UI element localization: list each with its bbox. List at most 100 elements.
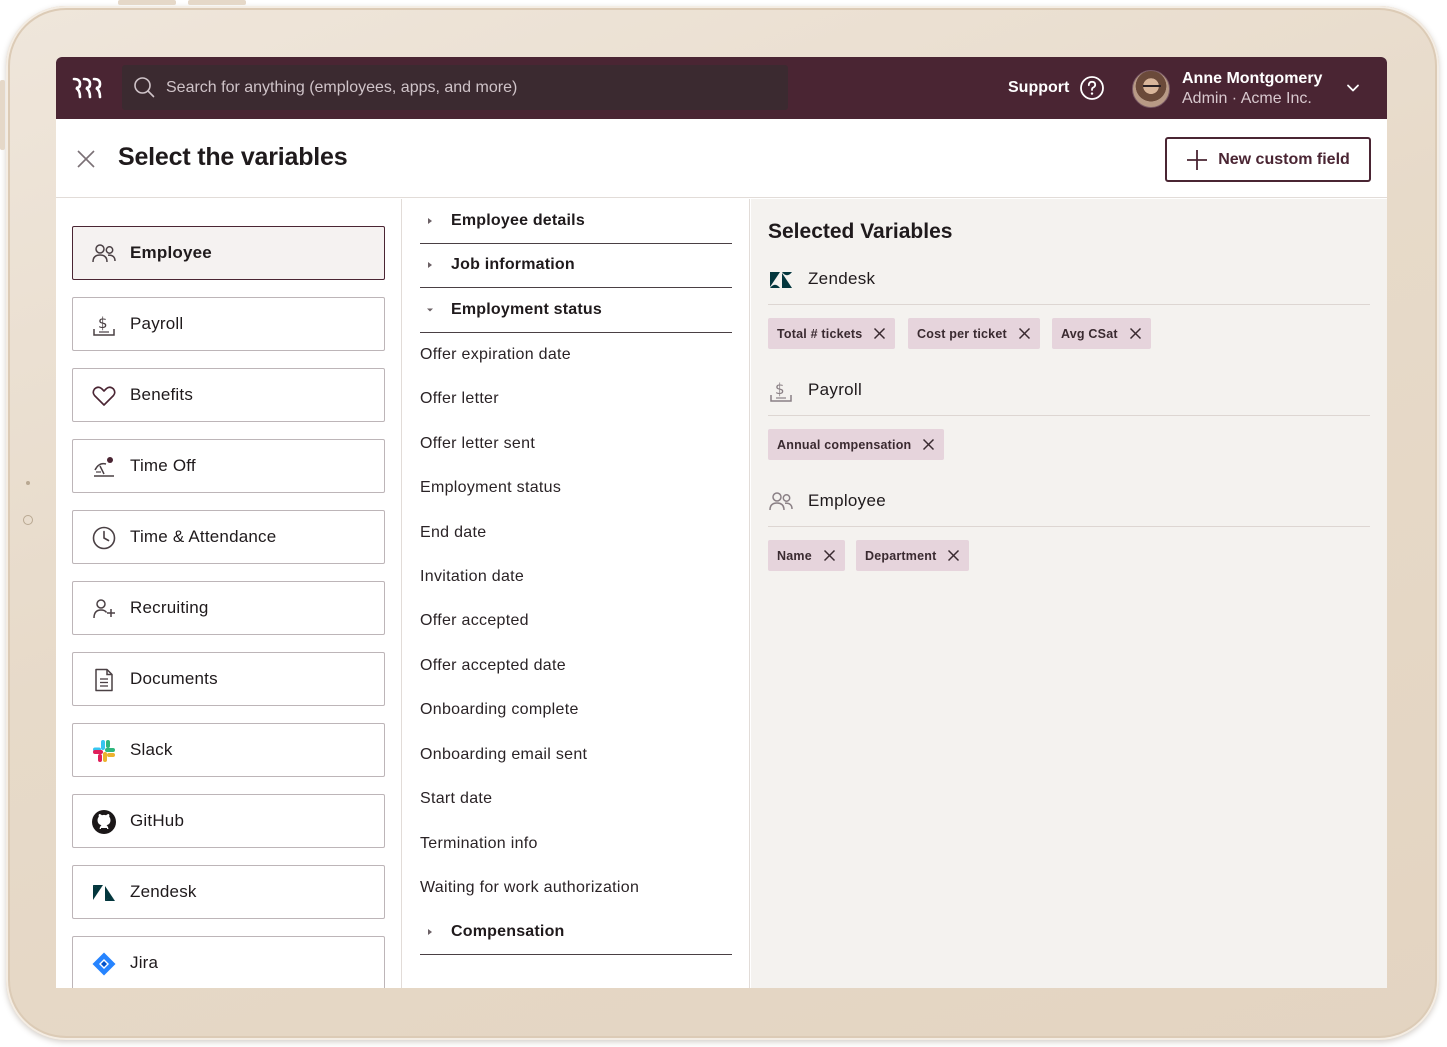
variable-list: Employee details Job information Employm… bbox=[403, 199, 750, 988]
section-job-information[interactable]: Job information bbox=[420, 243, 732, 288]
category-zendesk[interactable]: Zendesk bbox=[72, 865, 385, 919]
chip-label: Avg CSat bbox=[1061, 326, 1118, 341]
zendesk-icon bbox=[770, 272, 792, 288]
section-employee-details[interactable]: Employee details bbox=[420, 199, 732, 244]
category-recruiting[interactable]: Recruiting bbox=[72, 581, 385, 635]
category-list: Employee $ Payroll Benefits Time Off Tim… bbox=[56, 199, 402, 988]
category-label: Time & Attendance bbox=[130, 527, 277, 546]
chip-label: Department bbox=[865, 548, 937, 563]
variable-item[interactable]: Employment status bbox=[420, 479, 561, 497]
variable-item[interactable]: Offer accepted bbox=[420, 612, 529, 630]
people-icon bbox=[91, 241, 117, 267]
support-button[interactable]: Support bbox=[1008, 75, 1105, 101]
variable-chip: Total # tickets bbox=[768, 318, 896, 349]
svg-text:$: $ bbox=[775, 380, 785, 398]
payroll-icon: $ bbox=[91, 312, 117, 338]
variable-item[interactable]: Termination info bbox=[420, 835, 538, 853]
device-power-button bbox=[0, 80, 5, 150]
beach-icon bbox=[91, 454, 117, 480]
section-label: Employment status bbox=[451, 301, 602, 318]
category-time-off[interactable]: Time Off bbox=[72, 439, 385, 493]
caret-right-icon bbox=[428, 262, 432, 268]
selected-group-payroll: $ Payroll bbox=[768, 372, 1370, 416]
remove-icon[interactable] bbox=[947, 549, 960, 562]
selected-group-label: Employee bbox=[808, 491, 886, 510]
variable-item[interactable]: End date bbox=[420, 524, 486, 542]
heart-icon bbox=[91, 383, 117, 409]
chip-label: Annual compensation bbox=[777, 437, 912, 452]
new-custom-field-button[interactable]: New custom field bbox=[1165, 137, 1371, 182]
remove-icon[interactable] bbox=[823, 549, 836, 562]
section-employment-status[interactable]: Employment status bbox=[420, 288, 732, 333]
category-time-attendance[interactable]: Time & Attendance bbox=[72, 510, 385, 564]
chevron-down-icon[interactable] bbox=[1346, 81, 1360, 95]
selected-group-employee: Employee bbox=[768, 483, 1370, 527]
chip-label: Name bbox=[777, 548, 812, 563]
rippling-logo-icon[interactable] bbox=[72, 76, 102, 100]
variable-item[interactable]: Offer accepted date bbox=[420, 657, 566, 675]
category-slack[interactable]: Slack bbox=[72, 723, 385, 777]
remove-icon[interactable] bbox=[873, 327, 886, 340]
new-custom-field-label: New custom field bbox=[1218, 150, 1350, 168]
github-icon bbox=[91, 809, 117, 835]
chip-label: Cost per ticket bbox=[917, 326, 1007, 341]
remove-icon[interactable] bbox=[1018, 327, 1031, 340]
variable-chip: Avg CSat bbox=[1052, 318, 1151, 349]
device-sensor bbox=[26, 481, 30, 485]
category-employee[interactable]: Employee bbox=[72, 226, 385, 280]
variable-chip: Department bbox=[856, 540, 970, 571]
category-label: GitHub bbox=[130, 811, 185, 830]
category-label: Time Off bbox=[130, 456, 196, 475]
device-volume-button bbox=[118, 0, 176, 5]
category-label: Zendesk bbox=[130, 882, 197, 901]
section-compensation[interactable]: Compensation bbox=[420, 910, 732, 955]
variable-item[interactable]: Offer letter bbox=[420, 390, 499, 408]
category-github[interactable]: GitHub bbox=[72, 794, 385, 848]
category-label: Jira bbox=[130, 953, 159, 972]
zendesk-icon bbox=[91, 880, 117, 906]
category-label: Employee bbox=[130, 243, 212, 262]
variable-item[interactable]: Waiting for work authorization bbox=[420, 879, 639, 897]
page-header: Select the variables New custom field bbox=[56, 119, 1387, 198]
search-input[interactable] bbox=[166, 65, 766, 110]
selected-group-label: Zendesk bbox=[808, 269, 876, 288]
section-label: Compensation bbox=[451, 923, 565, 940]
variable-item[interactable]: Offer expiration date bbox=[420, 346, 571, 364]
remove-icon[interactable] bbox=[1129, 327, 1142, 340]
variable-chip: Name bbox=[768, 540, 845, 571]
help-icon bbox=[1080, 76, 1105, 100]
device-camera bbox=[23, 515, 33, 525]
variable-chip: Cost per ticket bbox=[908, 318, 1040, 349]
variable-item[interactable]: Onboarding email sent bbox=[420, 746, 587, 764]
close-icon[interactable] bbox=[76, 149, 96, 169]
avatar bbox=[1132, 70, 1170, 108]
category-benefits[interactable]: Benefits bbox=[72, 368, 385, 422]
user-menu[interactable]: Anne Montgomery Admin · Acme Inc. bbox=[1132, 69, 1359, 109]
selected-group-label: Payroll bbox=[808, 380, 863, 399]
add-person-icon bbox=[91, 596, 117, 622]
user-name: Anne Montgomery bbox=[1182, 70, 1323, 87]
category-jira[interactable]: Jira bbox=[72, 936, 385, 988]
category-payroll[interactable]: $ Payroll bbox=[72, 297, 385, 351]
category-documents[interactable]: Documents bbox=[72, 652, 385, 706]
variable-item[interactable]: Invitation date bbox=[420, 568, 524, 586]
caret-right-icon bbox=[428, 218, 432, 224]
variable-item[interactable]: Offer letter sent bbox=[420, 435, 535, 453]
slack-icon bbox=[91, 738, 117, 764]
remove-icon[interactable] bbox=[922, 438, 935, 451]
search-icon bbox=[134, 77, 155, 98]
payroll-icon: $ bbox=[770, 380, 792, 402]
category-label: Documents bbox=[130, 669, 218, 688]
caret-down-icon bbox=[427, 308, 433, 312]
variable-item[interactable]: Start date bbox=[420, 790, 492, 808]
variable-chip: Annual compensation bbox=[768, 429, 945, 460]
page-title: Select the variables bbox=[118, 143, 348, 171]
clock-icon bbox=[91, 525, 117, 551]
svg-text:$: $ bbox=[98, 314, 108, 332]
category-label: Recruiting bbox=[130, 598, 209, 617]
variable-item[interactable]: Onboarding complete bbox=[420, 701, 579, 719]
caret-right-icon bbox=[428, 929, 432, 935]
app-screen: Support Anne Montgomery Admin · Acme Inc… bbox=[56, 57, 1387, 988]
global-search[interactable] bbox=[122, 65, 788, 110]
user-role: Admin · Acme Inc. bbox=[1182, 90, 1312, 107]
